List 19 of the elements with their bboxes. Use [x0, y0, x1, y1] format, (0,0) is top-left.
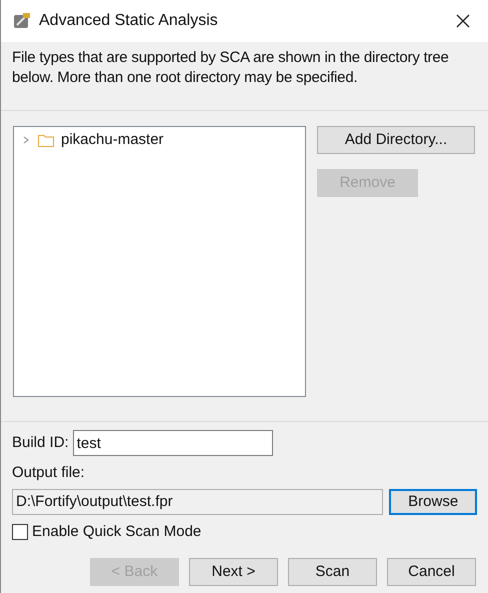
folder-icon — [38, 134, 54, 146]
browse-button[interactable]: Browse — [389, 488, 477, 514]
output-file-label: Output file: — [12, 463, 86, 483]
quick-scan-checkbox[interactable]: Enable Quick Scan Mode — [12, 520, 477, 543]
tree-label: pikachu-master — [61, 130, 164, 150]
build-id-field[interactable]: test — [72, 430, 273, 456]
window-title: Advanced Static Analysis — [39, 11, 219, 31]
dialog-button[interactable]: Cancel — [387, 558, 476, 586]
dialog-button[interactable]: Scan — [288, 558, 377, 586]
dialog-button[interactable]: Add Directory... — [317, 126, 475, 154]
expand-icon[interactable] — [22, 136, 30, 144]
output-file-field[interactable]: D:\Fortify\output\test.fpr — [12, 488, 384, 514]
dialog-button[interactable]: Next > — [189, 558, 278, 586]
tree-item[interactable]: pikachu-master — [14, 130, 305, 150]
checkbox-square[interactable] — [12, 524, 28, 540]
tools-icon — [13, 12, 31, 30]
build-id-label: Build ID: — [12, 432, 69, 453]
description-text: File types that are supported by SCA are shown in the directory tree below. More than one root directory may be specified. — [1, 42, 488, 111]
close-icon[interactable] — [456, 14, 470, 28]
